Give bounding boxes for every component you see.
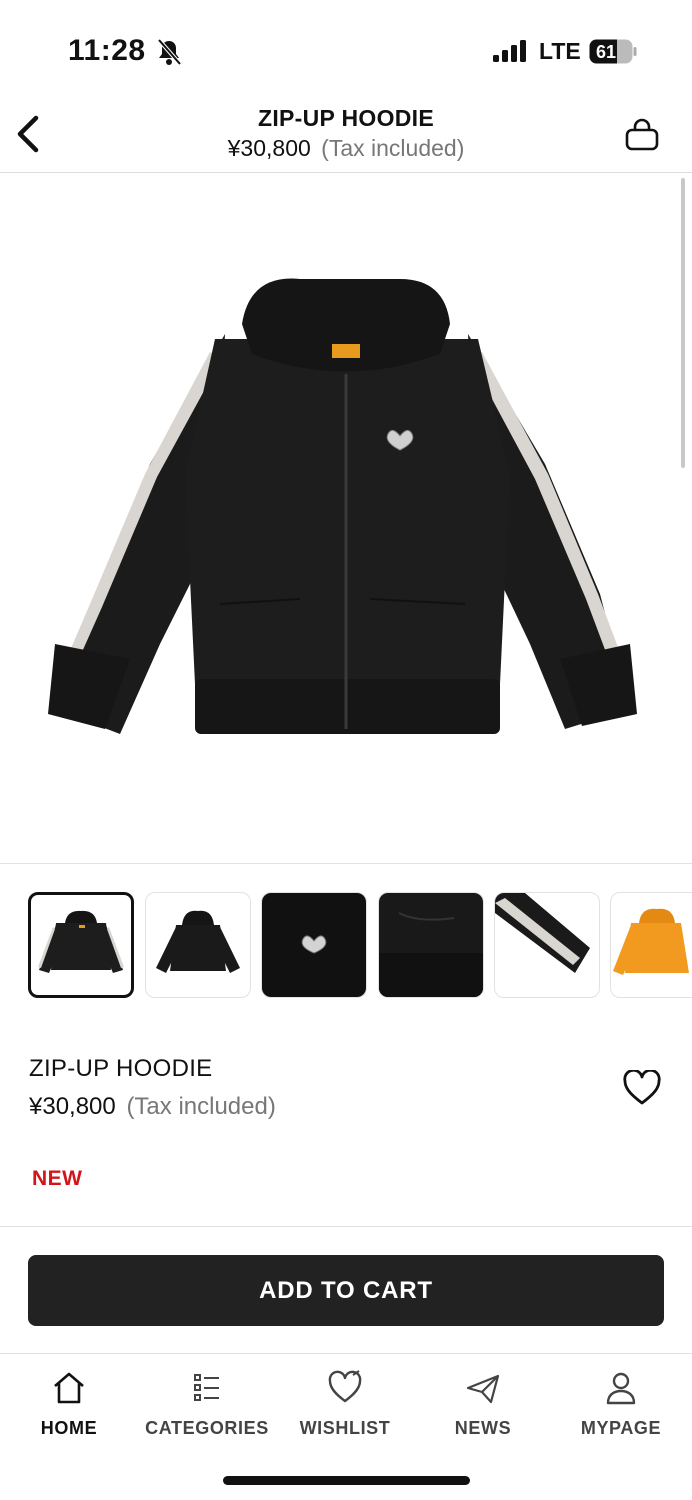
categories-icon [194,1374,219,1401]
header-tax-note: (Tax included) [321,135,465,161]
status-time: 11:28 [68,34,146,67]
nav-categories[interactable]: CATEGORIES [138,1354,276,1454]
product-tax-note: (Tax included) [126,1093,276,1120]
product-header: ZIP-UP HOODIE ¥30,800 (Tax included) [0,100,692,173]
thumb-orange-hoodie-image [613,908,689,975]
image-scrollbar[interactable] [681,178,685,468]
thumb-hoodie-back-image [156,910,240,973]
battery-level: 61 [596,42,616,62]
nav-news-label: NEWS [454,1418,512,1438]
nav-mypage[interactable]: MYPAGE [552,1354,690,1454]
thumbnail-front[interactable] [28,892,134,998]
product-main-image[interactable] [0,174,692,864]
bell-muted-icon [157,38,182,66]
product-price-line: ¥30,800 (Tax included) [29,1093,276,1121]
wishlist-heart-icon[interactable] [622,1070,662,1106]
nav-categories-label: CATEGORIES [145,1418,269,1438]
person-icon [606,1372,636,1405]
thumbnail-emblem[interactable] [261,892,367,998]
thumb-hoodie-front-image [38,910,124,973]
new-badge: NEW [32,1167,83,1190]
header-price: ¥30,800 [227,135,311,161]
home-indicator[interactable] [223,1476,470,1485]
shopping-bag-icon[interactable] [624,118,660,152]
thumbnail-strip[interactable] [28,892,692,1000]
nav-wishlist[interactable]: WISHLIST [276,1354,414,1454]
add-to-cart-button[interactable]: ADD TO CART [28,1255,664,1326]
thumbnail-orange[interactable] [610,892,692,998]
network-type: LTE [539,38,581,64]
nav-home[interactable]: HOME [0,1354,138,1454]
nav-news[interactable]: NEWS [414,1354,552,1454]
wishlist-heart-icon [328,1370,362,1403]
bottom-navigation: HOME CATEGORIES WISHLIST NEWS MYPAGE [0,1353,692,1463]
cellular-signal-icon [493,40,526,62]
thumbnail-back[interactable] [145,892,251,998]
nav-wishlist-label: WISHLIST [299,1418,391,1438]
nav-mypage-label: MYPAGE [580,1418,662,1438]
status-bar: 11:28 LTE 61 [0,0,692,100]
header-price-line: ¥30,800 (Tax included) [0,135,692,162]
battery-icon: 61 [589,39,637,64]
product-name: ZIP-UP HOODIE [29,1055,213,1082]
divider [0,1226,692,1227]
paper-plane-icon [466,1374,500,1404]
thumb-hem-image [379,893,483,997]
thumbnail-hem[interactable] [378,892,484,998]
thumbnail-sleeve[interactable] [494,892,600,998]
nav-home-label: HOME [40,1418,98,1438]
product-price: ¥30,800 [29,1093,116,1120]
hoodie-image [48,278,637,734]
header-title: ZIP-UP HOODIE [258,105,434,131]
thumb-emblem-image [262,893,366,997]
thumb-sleeve-image [495,893,590,973]
home-icon [54,1372,84,1404]
